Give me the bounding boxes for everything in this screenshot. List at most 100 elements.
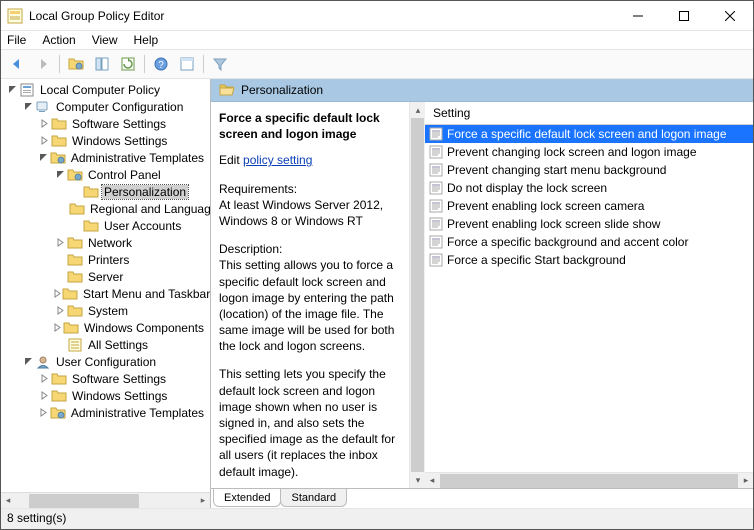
- tree-item-computerConfig[interactable]: Computer Configuration: [1, 98, 210, 115]
- maximize-button[interactable]: [661, 1, 707, 31]
- folder-icon: [83, 184, 99, 200]
- expand-icon[interactable]: [37, 136, 51, 145]
- collapse-icon[interactable]: [21, 357, 35, 366]
- tree-item-system[interactable]: System: [1, 302, 210, 319]
- expand-icon[interactable]: [53, 323, 63, 332]
- folder-icon: [67, 269, 83, 285]
- folder-icon: [67, 235, 83, 251]
- tree-item-softwareSettings[interactable]: Software Settings: [1, 115, 210, 132]
- tree-item-adminTemplates[interactable]: Administrative Templates: [1, 149, 210, 166]
- tree-item-printers[interactable]: Printers: [1, 251, 210, 268]
- tree-item-userConfig[interactable]: User Configuration: [1, 353, 210, 370]
- tree-label: Server: [86, 270, 125, 284]
- tree-item-network[interactable]: Network: [1, 234, 210, 251]
- tree-item-userSoftware[interactable]: Software Settings: [1, 370, 210, 387]
- setting-icon: [429, 181, 443, 195]
- menu-action[interactable]: Action: [42, 33, 75, 47]
- collapse-icon[interactable]: [5, 85, 19, 94]
- folder-icon: [219, 82, 235, 98]
- list-hscroll[interactable]: ◂ ▸: [425, 472, 753, 488]
- setting-icon: [429, 253, 443, 267]
- gear-folder-icon: [50, 150, 66, 166]
- expand-icon[interactable]: [37, 374, 51, 383]
- properties-button[interactable]: [175, 52, 199, 76]
- minimize-button[interactable]: [615, 1, 661, 31]
- window-title: Local Group Policy Editor: [29, 9, 615, 23]
- tab-standard[interactable]: Standard: [280, 489, 347, 507]
- list-item[interactable]: Prevent changing lock screen and logon i…: [425, 143, 753, 161]
- list-item-label: Prevent enabling lock screen camera: [447, 199, 644, 213]
- tree-item-controlPanel[interactable]: Control Panel: [1, 166, 210, 183]
- tree-label: Start Menu and Taskbar: [81, 287, 210, 301]
- setting-icon: [429, 235, 443, 249]
- close-button[interactable]: [707, 1, 753, 31]
- expand-icon[interactable]: [53, 306, 67, 315]
- expand-icon[interactable]: [37, 391, 51, 400]
- menu-view[interactable]: View: [92, 33, 118, 47]
- list-item[interactable]: Do not display the lock screen: [425, 179, 753, 197]
- folder-icon: [63, 320, 79, 336]
- setting-icon: [429, 217, 443, 231]
- list-item[interactable]: Force a specific Start background: [425, 251, 753, 269]
- back-button[interactable]: [5, 52, 29, 76]
- tree-item-windowsSettings[interactable]: Windows Settings: [1, 132, 210, 149]
- tree-item-userAdmin[interactable]: Administrative Templates: [1, 404, 210, 421]
- tree-label: Computer Configuration: [54, 100, 185, 114]
- expand-icon[interactable]: [37, 408, 50, 417]
- policy-root-icon: [19, 82, 35, 98]
- tree-item-regional[interactable]: Regional and Languages: [1, 200, 210, 217]
- gear-folder-icon: [67, 167, 83, 183]
- app-icon: [7, 8, 23, 24]
- right-pane: Personalization Force a specific default…: [211, 79, 753, 508]
- list-item[interactable]: Force a specific background and accent c…: [425, 233, 753, 251]
- menu-file[interactable]: File: [7, 33, 26, 47]
- list-item[interactable]: Prevent changing start menu background: [425, 161, 753, 179]
- user-icon: [35, 354, 51, 370]
- edit-policy-link[interactable]: policy setting: [243, 153, 312, 167]
- tree-item-userWindows[interactable]: Windows Settings: [1, 387, 210, 404]
- collapse-icon[interactable]: [37, 153, 50, 162]
- tree-label: User Configuration: [54, 355, 158, 369]
- list-item[interactable]: Prevent enabling lock screen slide show: [425, 215, 753, 233]
- list-item-label: Prevent enabling lock screen slide show: [447, 217, 660, 231]
- tree-item-server[interactable]: Server: [1, 268, 210, 285]
- collapse-icon[interactable]: [53, 170, 67, 179]
- tree-item-root[interactable]: Local Computer Policy: [1, 81, 210, 98]
- tree-label: Software Settings: [70, 372, 168, 386]
- folder-icon: [67, 303, 83, 319]
- expand-icon[interactable]: [53, 238, 67, 247]
- list-item-label: Force a specific Start background: [447, 253, 626, 267]
- tree-pane: Local Computer Policy Computer Configurat…: [1, 79, 211, 508]
- collapse-icon[interactable]: [21, 102, 35, 111]
- svg-text:?: ?: [158, 60, 164, 71]
- expand-icon[interactable]: [37, 119, 51, 128]
- menu-help[interactable]: Help: [134, 33, 159, 47]
- column-header-setting[interactable]: Setting: [425, 102, 753, 125]
- toolbar: ?: [1, 49, 753, 79]
- folder-icon: [51, 388, 67, 404]
- setting-icon: [429, 163, 443, 177]
- tab-extended[interactable]: Extended: [213, 489, 281, 507]
- tree-item-userAccounts[interactable]: User Accounts: [1, 217, 210, 234]
- list-item[interactable]: Force a specific default lock screen and…: [425, 125, 753, 143]
- description-panel: Force a specific default lock screen and…: [211, 102, 409, 488]
- refresh-button[interactable]: [116, 52, 140, 76]
- show-hide-tree-button[interactable]: [90, 52, 114, 76]
- list-item[interactable]: Prevent enabling lock screen camera: [425, 197, 753, 215]
- forward-button[interactable]: [31, 52, 55, 76]
- folder-icon: [51, 116, 67, 132]
- expand-icon[interactable]: [53, 289, 62, 298]
- panel-title: Personalization: [241, 83, 323, 97]
- help-button[interactable]: ?: [149, 52, 173, 76]
- tree-item-startMenu[interactable]: Start Menu and Taskbar: [1, 285, 210, 302]
- tree-hscroll[interactable]: ◂ ▸: [1, 492, 210, 508]
- folder-icon: [67, 252, 83, 268]
- panel-header: Personalization: [211, 79, 753, 102]
- tree-item-personalization[interactable]: Personalization: [1, 183, 210, 200]
- desc-vscroll[interactable]: ▴ ▾: [409, 102, 425, 488]
- tree-item-windowsComponents[interactable]: Windows Components: [1, 319, 210, 336]
- tree-item-allSettings[interactable]: All Settings: [1, 336, 210, 353]
- up-button[interactable]: [64, 52, 88, 76]
- status-bar: 8 setting(s): [1, 509, 753, 529]
- filter-button[interactable]: [208, 52, 232, 76]
